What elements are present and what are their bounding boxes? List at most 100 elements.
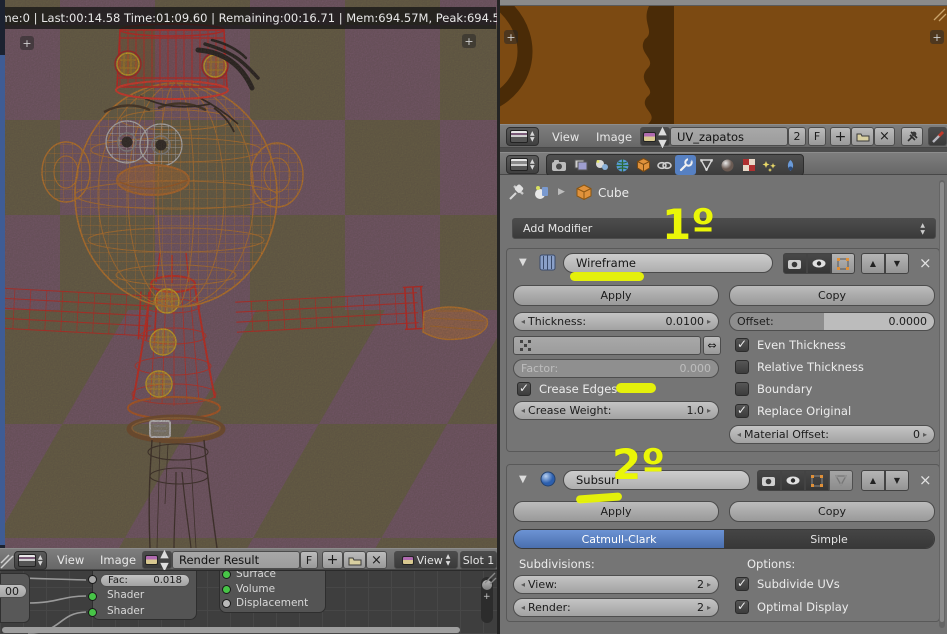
image-name-field[interactable]: Render Result [172,551,300,569]
subdivide-uvs-checkbox[interactable] [735,576,749,591]
even-thickness-checkbox[interactable] [735,337,749,352]
shader-socket[interactable] [88,592,97,601]
node-value-field[interactable]: 00 [0,584,27,598]
thickness-slider[interactable]: ◂ Thickness: 0.0100 ▸ [513,312,719,331]
apply-button[interactable]: Apply [513,285,719,306]
node-hscrollbar[interactable] [2,627,460,633]
delete-modifier-button[interactable]: × [919,471,932,489]
increment-arrow-icon[interactable]: ▸ [707,580,711,589]
expand-triangle-icon[interactable]: ▼ [519,257,527,268]
oncage-toggle[interactable] [829,470,853,491]
region-expand-plus[interactable]: + [930,30,944,44]
modifier-name-field[interactable]: Wireframe [563,253,773,273]
image-paint-button[interactable] [928,127,947,146]
region-expand-plus-left[interactable]: + [20,36,34,50]
expand-triangle-icon[interactable]: ▼ [519,474,527,485]
catmull-clark-button[interactable]: Catmull-Clark [514,530,724,548]
image-datablock-browse[interactable]: ▲ ▼ [142,547,172,573]
corner-resize-icon[interactable] [483,571,497,585]
decrement-arrow-icon[interactable]: ◂ [521,406,525,415]
delete-modifier-button[interactable]: × [919,254,932,272]
apply-button[interactable]: Apply [513,501,719,522]
unlink-image-button[interactable]: × [366,551,387,569]
crease-edges-checkbox-row[interactable]: Crease Edges [517,381,617,396]
render-visibility-toggle[interactable] [783,253,807,274]
move-up-button[interactable]: ▲ [861,253,885,274]
image-name-field[interactable]: UV_zapatos [670,127,788,146]
crease-weight-slider[interactable]: ◂ Crease Weight: 1.0 ▸ [513,401,719,420]
tab-world[interactable] [612,155,633,175]
relative-thickness-row[interactable]: Relative Thickness [735,360,864,374]
render-visibility-toggle[interactable] [757,470,781,491]
relative-thickness-checkbox[interactable] [735,360,749,374]
optimal-display-checkbox[interactable] [735,599,749,614]
replace-original-checkbox[interactable] [735,403,749,418]
menu-view[interactable]: View [57,549,84,571]
invert-vertex-group-button[interactable]: ⇔ [703,336,721,355]
menu-view[interactable]: View [552,126,579,148]
copy-button[interactable]: Copy [729,501,935,522]
offset-slider[interactable]: Offset: 0.0000 [729,312,935,331]
decrement-arrow-icon[interactable]: ◂ [737,430,741,439]
pin-icon[interactable] [508,183,526,201]
editmode-visibility-toggle[interactable] [831,253,855,274]
increment-arrow-icon[interactable]: ▸ [707,317,711,326]
crease-edges-checkbox[interactable] [517,381,531,396]
tab-constraints[interactable] [654,155,675,175]
tab-physics[interactable] [780,155,801,175]
factor-slider[interactable]: Factor: 0.000 [513,359,719,378]
increment-arrow-icon[interactable]: ▸ [707,406,711,415]
copy-button[interactable]: Copy [729,285,935,306]
fac-slider[interactable]: Fac: 0.018 [100,574,190,587]
even-thickness-row[interactable]: Even Thickness [735,337,846,352]
image-datablock-browse[interactable]: ▲ ▼ [640,124,670,150]
decrement-arrow-icon[interactable]: ◂ [521,580,525,589]
fake-user-button[interactable]: F [808,127,826,146]
vertex-group-field[interactable] [513,336,701,355]
left-scroll-knob[interactable] [0,55,5,545]
pin-toggle-button[interactable] [901,127,923,146]
editor-type-button[interactable]: ▲ ▼ [14,551,47,570]
new-image-button[interactable]: + [322,551,343,569]
menu-image[interactable]: Image [100,549,136,571]
corner-resize-icon[interactable] [930,6,947,23]
optimal-display-row[interactable]: Optimal Display [735,599,849,614]
menu-image[interactable]: Image [596,126,632,148]
render-subdivisions-slider[interactable]: ◂ Render: 2 ▸ [513,598,719,617]
increment-arrow-icon[interactable]: ▸ [923,430,927,439]
boundary-row[interactable]: Boundary [735,382,812,396]
display-mode-dropdown[interactable]: View ▲ ▼ [394,551,458,569]
volume-socket[interactable] [222,585,231,594]
region-expand-plus[interactable]: + [504,30,518,44]
boundary-checkbox[interactable] [735,382,749,396]
node-mix-shader[interactable]: Fac: 0.018 Shader Shader [88,571,197,620]
tab-modifiers[interactable] [675,155,696,175]
tab-render[interactable] [549,155,570,175]
region-expand-plus-right[interactable]: + [462,34,476,48]
subdivide-uvs-row[interactable]: Subdivide UVs [735,576,840,591]
slot-button[interactable]: Slot 1 [460,551,497,569]
region-expand-plus[interactable]: + [483,592,491,602]
left-scroll-strip[interactable] [0,0,5,548]
material-offset-slider[interactable]: ◂ Material Offset: 0 ▸ [729,425,935,444]
editor-type-button[interactable]: ▲ ▼ [506,155,539,174]
new-image-button[interactable]: + [830,127,851,146]
open-image-button[interactable] [343,551,366,569]
object-icon[interactable] [534,184,550,200]
viewport-visibility-toggle[interactable] [807,253,831,274]
tab-object[interactable] [633,155,654,175]
tab-render-layers[interactable] [570,155,591,175]
open-image-button[interactable] [851,127,874,146]
shader-socket[interactable] [88,608,97,617]
fac-socket[interactable] [88,575,97,584]
node-partial[interactable]: 00 [0,573,30,623]
surface-socket[interactable] [222,571,231,579]
editor-type-button[interactable]: ▲ ▼ [506,127,539,146]
move-up-button[interactable]: ▲ [861,470,885,491]
move-down-button[interactable]: ▼ [885,253,909,274]
replace-original-row[interactable]: Replace Original [735,403,851,418]
fake-user-button[interactable]: F [300,551,318,569]
viewport-visibility-toggle[interactable] [781,470,805,491]
tab-particles[interactable] [759,155,780,175]
move-down-button[interactable]: ▼ [885,470,909,491]
